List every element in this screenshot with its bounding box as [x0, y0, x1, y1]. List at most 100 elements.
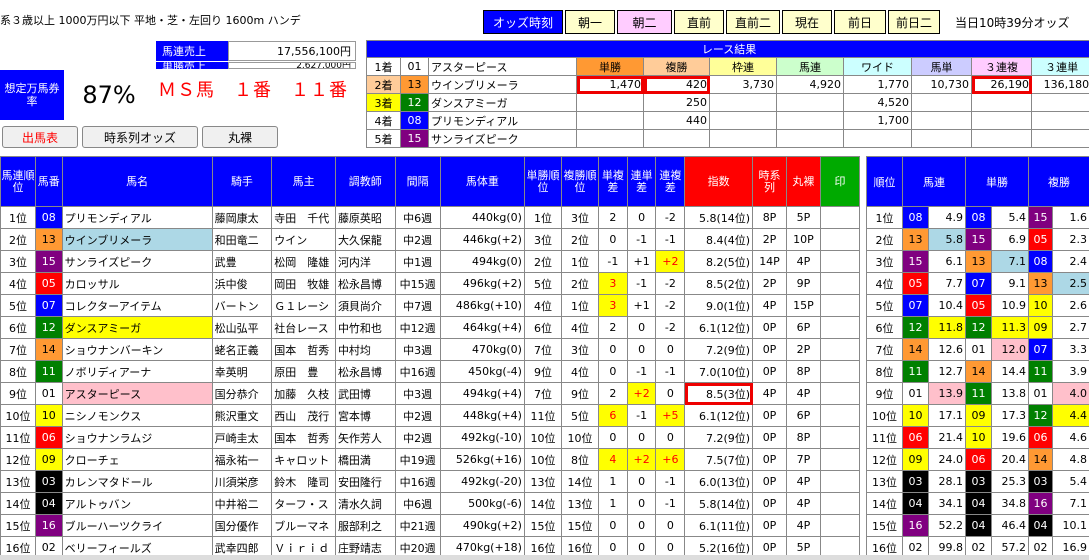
main-col-header[interactable]: 間隔: [394, 156, 441, 207]
horizontal-scrollbar[interactable]: [0, 555, 1089, 560]
time-button-0[interactable]: 朝一: [565, 10, 615, 34]
jockey: 藤岡康太: [211, 206, 273, 229]
result-row: 5着 15 サンライズピーク: [366, 129, 1089, 148]
umaren-odds: 10.4: [928, 294, 966, 317]
horse-row[interactable]: 1位 08 プリモンディアル 藤岡康太 寺田 千代 藤原英昭 中6週 440kg(0) 1位 3位…: [0, 206, 861, 229]
mark-cell[interactable]: [819, 492, 861, 515]
tanfuku-diff: 2: [597, 316, 628, 339]
horse-number: 05: [965, 294, 992, 317]
horse-row[interactable]: 15位 16 ブルーハーツクライ 国分優作 ブルーマネ 服部利之 中21週 490kg(+2)…: [0, 514, 861, 537]
nav-maruhadaka-button[interactable]: 丸裸: [202, 126, 278, 148]
horse-row[interactable]: 11位 06 ショウナンラムジ 戸崎圭太 国本 哲秀 矢作芳人 中2週 492kg(-10) 1…: [0, 426, 861, 449]
nav-entry-table-button[interactable]: 出馬表: [2, 126, 78, 148]
horse-name[interactable]: ブルーハーツクライ: [61, 514, 213, 537]
timeseries-points: 2P: [752, 228, 787, 251]
main-col-header[interactable]: 馬体重: [439, 156, 525, 207]
main-col-header[interactable]: 騎手: [211, 156, 273, 207]
horse-number: 01: [902, 382, 929, 405]
horse-name[interactable]: ニシノモンクス: [61, 404, 213, 427]
result-rank: 4着: [366, 111, 401, 130]
odds-time-label: オッズ時刻: [483, 10, 563, 34]
horse-row[interactable]: 14位 04 アルトゥバン 中井裕二 ターフ・ス 清水久詞 中6週 500kg(-6) 14位 1…: [0, 492, 861, 515]
result-payout: 1,470: [576, 75, 644, 94]
horse-number: 13: [902, 228, 929, 251]
tansho-sales-label: 単勝売上: [156, 62, 228, 69]
horse-row[interactable]: 12位 09 クローチェ 福永祐一 キャロット 橋田満 中19週 526kg(+16) 10位 8…: [0, 448, 861, 471]
horse-number: 06: [902, 426, 929, 449]
horse-row[interactable]: 2位 13 ウインブリメーラ 和田竜二 ウイン 大久保龍 中2週 446kg(+2) 3位 2位 0…: [0, 228, 861, 251]
nav-timeseries-odds-button[interactable]: 時系列オッズ: [82, 126, 198, 148]
main-col-header[interactable]: 印: [819, 156, 861, 207]
main-col-header[interactable]: 調教師: [334, 156, 396, 207]
horse-name[interactable]: クローチェ: [61, 448, 213, 471]
horse-row[interactable]: 7位 14 ショウナンバーキン 蛯名正義 国本 哲秀 中村均 中3週 470kg(0) 7位 3位…: [0, 338, 861, 361]
time-button-1[interactable]: 朝二: [617, 10, 672, 34]
umaren-rank: 8位: [0, 360, 36, 383]
main-col-header[interactable]: 馬連順位: [0, 156, 36, 207]
result-payout: [776, 129, 844, 148]
horse-name[interactable]: カレンマタドール: [61, 470, 213, 493]
mark-cell[interactable]: [819, 206, 861, 229]
mark-cell[interactable]: [819, 294, 861, 317]
mark-cell[interactable]: [819, 382, 861, 405]
main-col-header[interactable]: 連単差: [626, 156, 657, 207]
time-button-2[interactable]: 直前: [674, 10, 724, 34]
horse-name[interactable]: ウインブリメーラ: [61, 228, 213, 251]
horse-row[interactable]: 8位 11 ノボリディアーナ 幸英明 原田 豊松永昌博 中16週 450kg(-4) 9位 4位…: [0, 360, 861, 383]
horse-row[interactable]: 4位 05 カロッサル 浜中俊 岡田 牧雄 松永昌博 中15週 496kg(+2) 5位 2位 3-…: [0, 272, 861, 295]
time-button-6[interactable]: 前日二: [888, 10, 940, 34]
ms-horse-text: ＭＳ馬 １番 １１番: [158, 80, 348, 101]
time-button-5[interactable]: 前日: [834, 10, 886, 34]
time-button-3[interactable]: 直前二: [726, 10, 780, 34]
mark-cell[interactable]: [819, 470, 861, 493]
horse-name[interactable]: カロッサル: [61, 272, 213, 295]
main-col-header[interactable]: 馬名: [61, 156, 213, 207]
horse-name[interactable]: ノボリディアーナ: [61, 360, 213, 383]
main-col-header[interactable]: 連複差: [655, 156, 686, 207]
main-col-header[interactable]: 時系列: [752, 156, 787, 207]
horse-name[interactable]: プリモンディアル: [61, 206, 213, 229]
mark-cell[interactable]: [819, 250, 861, 273]
mark-cell[interactable]: [819, 228, 861, 251]
horse-name[interactable]: ショウナンバーキン: [61, 338, 213, 361]
horse-name[interactable]: アスターピース: [61, 382, 213, 405]
main-col-header[interactable]: 単勝順位: [523, 156, 562, 207]
mark-cell[interactable]: [819, 514, 861, 537]
horse-row[interactable]: 5位 07 コレクターアイテム バートン Ｇ１レーシ 須貝尚介 中7週 486kg(+10) 4…: [0, 294, 861, 317]
mark-cell[interactable]: [819, 448, 861, 471]
main-col-header[interactable]: 複勝順位: [560, 156, 599, 207]
main-col-header[interactable]: 馬番: [34, 156, 63, 207]
mark-cell[interactable]: [819, 338, 861, 361]
mark-cell[interactable]: [819, 360, 861, 383]
fukusho-odds: 7.1: [1052, 492, 1089, 515]
interval: 中1週: [394, 250, 441, 273]
tansho-odds: 9.1: [991, 272, 1029, 295]
mark-cell[interactable]: [819, 404, 861, 427]
side-row: 14位 04 34.1 04 34.8 16 7.1: [866, 492, 1089, 515]
mark-cell[interactable]: [819, 316, 861, 339]
horse-name[interactable]: アルトゥバン: [61, 492, 213, 515]
main-col-header[interactable]: 指数: [684, 156, 754, 207]
horse-name[interactable]: ショウナンラムジ: [61, 426, 213, 449]
umaren-rank: 4位: [0, 272, 36, 295]
time-button-4[interactable]: 現在: [782, 10, 832, 34]
horse-row[interactable]: 3位 15 サンライズピーク 武豊 松岡 隆雄 河内洋 中1週 494kg(0) 2位 1位 -1 +…: [0, 250, 861, 273]
main-col-header[interactable]: 馬主: [271, 156, 336, 207]
mark-cell[interactable]: [819, 426, 861, 449]
horse-name[interactable]: サンライズピーク: [61, 250, 213, 273]
jockey: 松山弘平: [211, 316, 273, 339]
main-col-header[interactable]: 丸裸: [785, 156, 821, 207]
mark-cell[interactable]: [819, 272, 861, 295]
horse-row[interactable]: 6位 12 ダンスアミーガ 松山弘平 社台レース 中竹和也 中12週 464kg(+4) 6位 4…: [0, 316, 861, 339]
tansho-odds: 17.3: [991, 404, 1029, 427]
horse-name[interactable]: コレクターアイテム: [61, 294, 213, 317]
horse-number: 09: [965, 404, 992, 427]
horse-row[interactable]: 10位 10 ニシノモンクス 熊沢重文 西山 茂行 宮本博 中2週 448kg(+4) 11位 5…: [0, 404, 861, 427]
horse-name[interactable]: ダンスアミーガ: [61, 316, 213, 339]
horse-row[interactable]: 13位 03 カレンマタドール 川須栄彦 鈴木 隆司 安田隆行 中16週 492kg(-20)…: [0, 470, 861, 493]
result-row: 3着 12 ダンスアミーガ 250 4,520: [366, 93, 1089, 112]
main-col-header[interactable]: 単複差: [597, 156, 628, 207]
renfuku-diff: +6: [655, 448, 686, 471]
horse-number: 15: [400, 129, 429, 148]
horse-row[interactable]: 9位 01 アスターピース 国分恭介 加藤 久枝 武田博 中3週 494kg(+4) 7位 9位 2…: [0, 382, 861, 405]
